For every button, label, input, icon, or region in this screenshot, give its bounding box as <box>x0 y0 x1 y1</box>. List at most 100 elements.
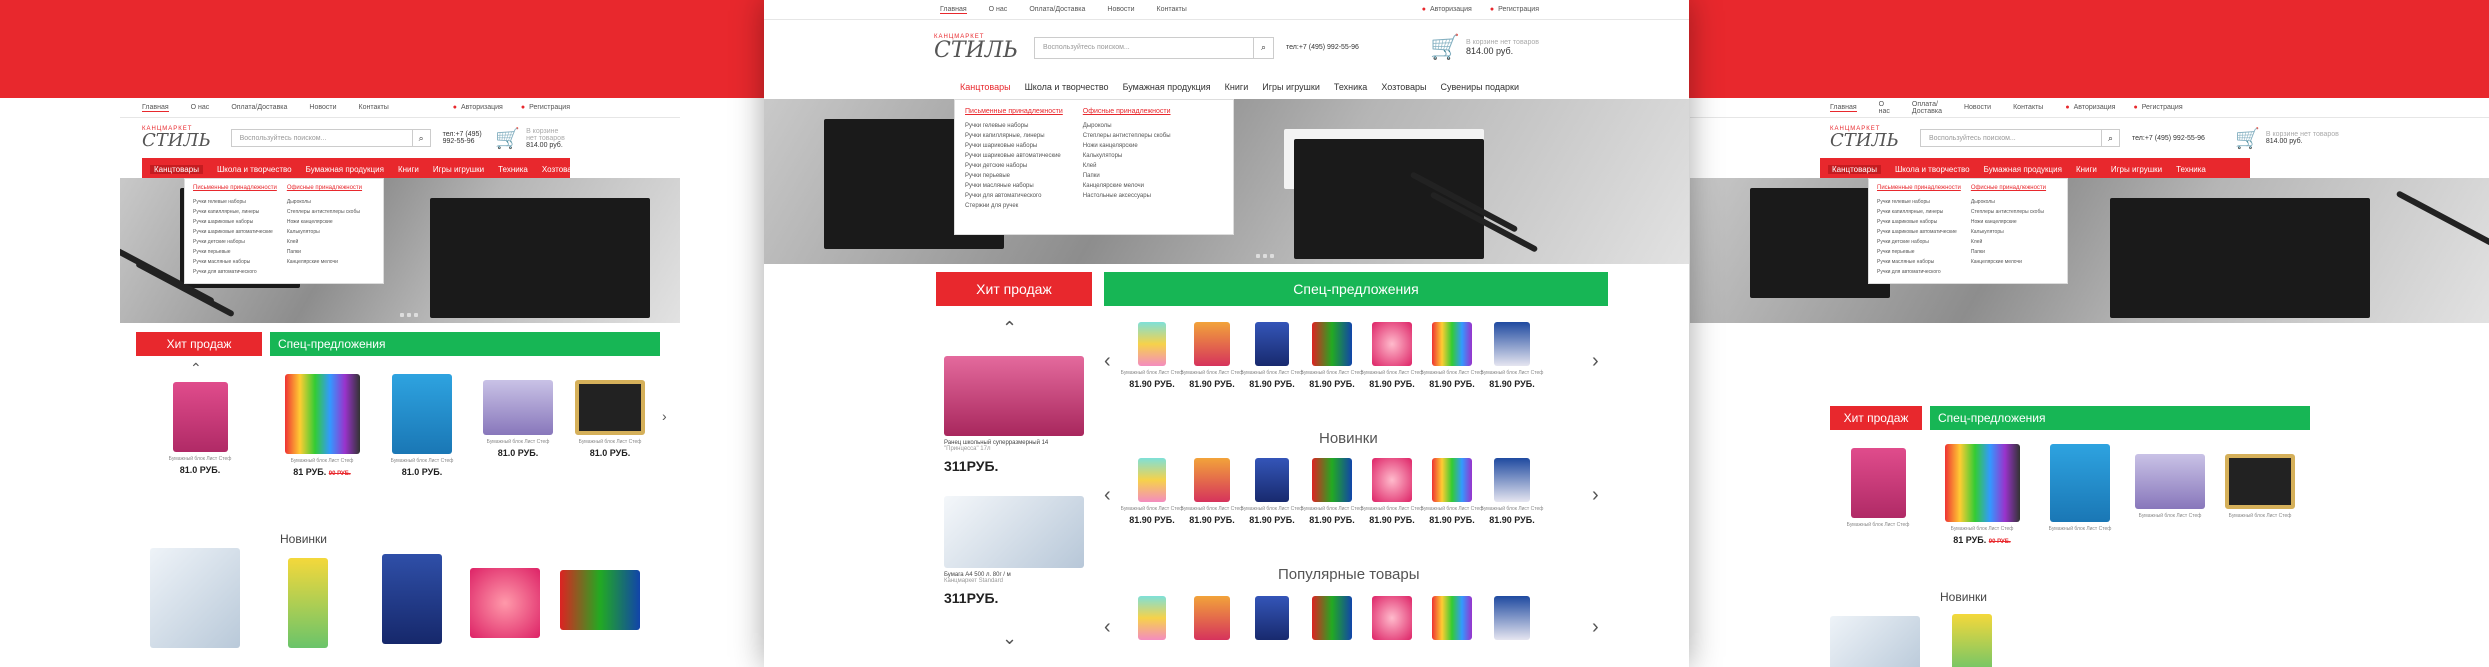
login-link[interactable]: Авторизация <box>453 104 503 111</box>
special-offers-tab[interactable]: Спец-предложения <box>1930 406 2310 430</box>
chevron-right-icon[interactable]: › <box>662 408 667 424</box>
nav-item[interactable]: Книги <box>2076 165 2097 174</box>
topnav-about[interactable]: О нас <box>1879 101 1890 115</box>
product-card[interactable]: Бумажный блок Лист Стеф 81 РУБ. 90 РУБ. <box>1942 444 2022 545</box>
nav-item[interactable]: Школа и творчество <box>1895 165 1970 174</box>
dropdown-link[interactable]: Ручки перьевые <box>1877 249 1961 255</box>
chevron-left-icon[interactable]: ‹ <box>1104 350 1111 373</box>
dropdown-link[interactable]: Ручки для автоматического <box>193 269 277 275</box>
search-input[interactable]: Воспользуйтесь поиском... <box>240 135 412 142</box>
search-input[interactable]: Воспользуйтесь поиском... <box>1043 44 1253 51</box>
dropdown-link[interactable]: Ручки перьевые <box>965 173 1063 179</box>
dropdown-link[interactable]: Ручки детские наборы <box>1877 239 1961 245</box>
topnav-home[interactable]: Главная <box>1830 104 1857 112</box>
dropdown-link[interactable]: Клей <box>1971 239 2046 245</box>
dropdown-link[interactable]: Ножи канцелярские <box>287 219 362 225</box>
chevron-left-icon[interactable]: ‹ <box>1104 484 1111 507</box>
topnav-news[interactable]: Новости <box>309 104 336 111</box>
site-logo[interactable]: КАНЦМАРКЕТ СТИЛЬ <box>1830 121 1900 155</box>
product-card[interactable]: Бумажный блок Лист Стеф <box>2130 454 2210 519</box>
dropdown-link[interactable]: Ножи канцелярские <box>1083 143 1171 149</box>
dropdown-link[interactable]: Степлеры антистеплеры скобы <box>1083 133 1171 139</box>
dropdown-link[interactable]: Ручки масляные наборы <box>965 183 1063 189</box>
product-card[interactable]: Бумажный блок Лист Стеф 81.90 РУБ. <box>1421 322 1483 389</box>
product-card[interactable]: Бумажный блок Лист Стеф <box>2220 454 2300 519</box>
slider-dots[interactable] <box>1256 254 1274 258</box>
login-link[interactable]: Авторизация <box>1422 6 1472 13</box>
dropdown-link[interactable]: Ручки детские наборы <box>965 163 1063 169</box>
nav-item[interactable]: Игры игрушки <box>1262 82 1320 92</box>
nav-item[interactable]: Бумажная продукция <box>306 165 384 174</box>
topnav-news[interactable]: Новости <box>1107 6 1134 13</box>
hit-sales-tab[interactable]: Хит продаж <box>136 332 262 356</box>
dropdown-link[interactable]: Дыроколы <box>287 199 362 205</box>
chevron-down-icon[interactable]: ⌄ <box>1002 628 1017 649</box>
nav-item[interactable]: Канцтовары <box>150 164 203 174</box>
product-card[interactable]: Бумажный блок Лист Стеф 81 РУБ. 90 РУБ. <box>282 374 362 477</box>
slider-dots[interactable] <box>400 313 418 317</box>
dropdown-link[interactable]: Канцелярские мелочи <box>287 259 362 265</box>
product-card[interactable]: Бумажный блок Лист Стеф 81.0 РУБ. <box>570 380 650 458</box>
topnav-home[interactable]: Главная <box>940 6 967 14</box>
dropdown-link[interactable]: Степлеры антистеплеры скобы <box>1971 209 2046 215</box>
chevron-left-icon[interactable]: ‹ <box>1104 616 1111 639</box>
search-bar[interactable]: Воспользуйтесь поиском... ⌕ <box>1034 36 1274 59</box>
search-icon[interactable]: ⌕ <box>411 129 430 147</box>
dropdown-link[interactable]: Ручки шариковые автоматические <box>193 229 277 235</box>
dropdown-link[interactable]: Степлеры антистеплеры скобы <box>287 209 362 215</box>
dropdown-link[interactable]: Ручки шариковые автоматические <box>965 153 1063 159</box>
dropdown-link[interactable]: Ручки детские наборы <box>193 239 277 245</box>
dropdown-link[interactable]: Калькуляторы <box>1971 229 2046 235</box>
login-link[interactable]: Авторизация <box>2065 104 2116 111</box>
topnav-news[interactable]: Новости <box>1964 104 1991 111</box>
chevron-right-icon[interactable]: › <box>1592 484 1599 507</box>
lead-product-2[interactable]: Бумага А4 500 л. 80г / м Канцмаркет Stan… <box>944 496 1094 606</box>
topnav-delivery[interactable]: Оплата/Доставка <box>1029 6 1085 13</box>
product-card[interactable]: Бумажный блок Лист Стеф 81.90 РУБ. <box>1121 458 1183 525</box>
nav-item[interactable]: Техника <box>498 165 528 174</box>
dropdown-link[interactable]: Канцелярские мелочи <box>1083 183 1171 189</box>
dropdown-link[interactable]: Дыроколы <box>1971 199 2046 205</box>
dropdown-link[interactable]: Дыроколы <box>1083 123 1171 129</box>
basket-icon[interactable]: 🛒 <box>2235 126 2260 151</box>
topnav-delivery[interactable]: Оплата/Доставка <box>231 104 287 111</box>
nav-item[interactable]: Книги <box>1225 82 1249 92</box>
dropdown-link[interactable]: Клей <box>1083 163 1171 169</box>
search-icon[interactable]: ⌕ <box>2101 129 2119 147</box>
dropdown-link[interactable]: Ручки масляные наборы <box>193 259 277 265</box>
product-card[interactable]: Бумажный блок Лист Стеф 81.90 РУБ. <box>1121 322 1183 389</box>
dropdown-link[interactable]: Ручки шариковые автоматические <box>1877 229 1961 235</box>
dropdown-link[interactable]: Настольные аксессуары <box>1083 193 1171 199</box>
dropdown-link[interactable]: Ручки капиллярные, линеры <box>965 133 1063 139</box>
product-card[interactable]: Бумажный блок Лист Стеф 81.90 РУБ. <box>1481 458 1543 525</box>
dropdown-link[interactable]: Ручки гелевые наборы <box>193 199 277 205</box>
arrow-up-icon[interactable]: ⌃ <box>190 360 202 377</box>
product-card[interactable]: Бумажный блок Лист Стеф 81.90 РУБ. <box>1361 322 1423 389</box>
cart-widget[interactable]: 🛒 В корзине нет товаров 814.00 руб. <box>2235 126 2339 151</box>
product-card[interactable]: Бумажный блок Лист Стеф 81.0 РУБ. <box>382 374 462 477</box>
dropdown-link[interactable]: Ручки гелевые наборы <box>1877 199 1961 205</box>
hit-sales-tab[interactable]: Хит продаж <box>1830 406 1922 430</box>
product-card[interactable]: Бумажный блок Лист Стеф 81.90 РУБ. <box>1241 458 1303 525</box>
site-logo[interactable]: КАНЦМАРКЕТ СТИЛЬ <box>142 121 211 155</box>
dropdown-link[interactable]: Ножи канцелярские <box>1971 219 2046 225</box>
topnav-contacts[interactable]: Контакты <box>1157 6 1187 13</box>
nav-item[interactable]: Техника <box>2176 165 2206 174</box>
site-logo[interactable]: КАНЦМАРКЕТ СТИЛЬ <box>934 31 1018 65</box>
dropdown-link[interactable]: Папки <box>1971 249 2046 255</box>
product-card[interactable]: Бумажный блок Лист Стеф 81.90 РУБ. <box>1241 322 1303 389</box>
nav-item[interactable]: Школа и творчество <box>217 165 292 174</box>
dropdown-link[interactable]: Ручки гелевые наборы <box>965 123 1063 129</box>
search-bar[interactable]: Воспользуйтесь поиском... ⌕ <box>230 129 431 147</box>
nav-item[interactable]: Хозтовары <box>542 165 582 174</box>
dropdown-link[interactable]: Канцелярские мелочи <box>1971 259 2046 265</box>
register-link[interactable]: Регистрация <box>1490 6 1539 13</box>
product-card[interactable]: Бумажный блок Лист Стеф <box>1838 448 1918 528</box>
dropdown-link[interactable]: Ручки капиллярные, линеры <box>1877 209 1961 215</box>
dropdown-link[interactable]: Ручки перьевые <box>193 249 277 255</box>
product-card[interactable]: Бумажный блок Лист Стеф 81.0 РУБ. <box>160 382 240 475</box>
product-card[interactable]: Бумажный блок Лист Стеф 81.90 РУБ. <box>1181 458 1243 525</box>
nav-item[interactable]: Сувениры подарки <box>596 165 666 174</box>
dropdown-link[interactable]: Клей <box>287 239 362 245</box>
topnav-contacts[interactable]: Контакты <box>359 104 389 111</box>
